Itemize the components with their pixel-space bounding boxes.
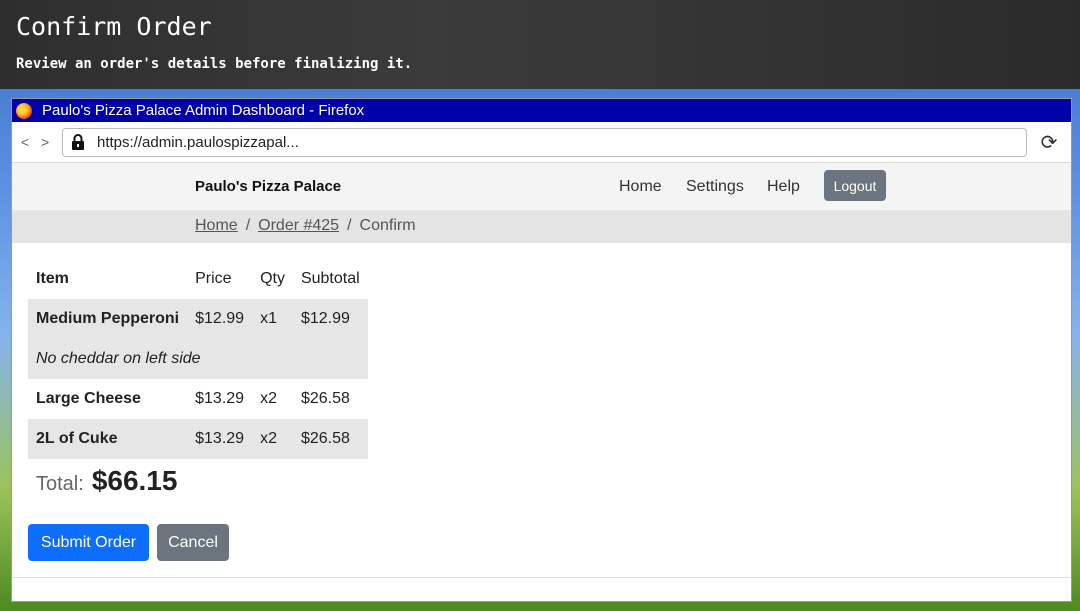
- item-qty: x2: [260, 390, 277, 407]
- table-header-row: Item Price Qty Subtotal: [28, 259, 368, 299]
- site-navbar: Paulo's Pizza Palace Home Settings Help …: [12, 163, 1071, 210]
- item-qty: x1: [252, 299, 293, 339]
- item-price: $13.29: [187, 419, 253, 459]
- breadcrumb-separator: /: [347, 217, 352, 234]
- item-note: No cheddar on left side: [28, 339, 368, 379]
- item-name: Medium Pepperoni: [28, 299, 188, 339]
- item-price: $12.99: [187, 299, 253, 339]
- logout-button[interactable]: Logout: [824, 170, 886, 201]
- nav-link-home[interactable]: Home: [619, 178, 662, 196]
- item-subtotal: $26.58: [300, 390, 350, 407]
- address-bar-row: < > https://admin.paulospizzapal... ⟳: [12, 122, 1071, 163]
- table-row: 2L of Cuke $13.29 x2 $26.58: [28, 419, 368, 459]
- cancel-button[interactable]: Cancel: [157, 524, 229, 561]
- breadcrumb-home[interactable]: Home: [195, 217, 238, 234]
- item-subtotal: $26.58: [292, 419, 368, 459]
- header-item: Item: [36, 270, 69, 287]
- address-bar[interactable]: https://admin.paulospizzapal...: [62, 127, 1027, 157]
- breadcrumb-current: Confirm: [359, 217, 416, 234]
- total-label: Total:: [36, 473, 84, 495]
- table-row: Medium Pepperoni $12.99 x1 $12.99: [28, 299, 368, 339]
- nav-link-help[interactable]: Help: [767, 178, 800, 196]
- table-row: Large Cheese $13.29 x2 $26.58: [28, 379, 368, 419]
- url-text: https://admin.paulospizzapal...: [97, 133, 299, 151]
- header-price: Price: [195, 270, 232, 287]
- order-table: Item Price Qty Subtotal Medium Pepperoni…: [28, 259, 368, 459]
- submit-order-button[interactable]: Submit Order: [28, 524, 149, 561]
- total-value: $66.15: [91, 465, 178, 496]
- site-brand[interactable]: Paulo's Pizza Palace: [195, 178, 341, 195]
- breadcrumb: Home / Order #425 / Confirm: [12, 210, 1071, 243]
- header-qty: Qty: [260, 270, 285, 287]
- header-subtotal: Subtotal: [300, 270, 360, 287]
- instruction-banner: Confirm Order Review an order's details …: [0, 0, 1080, 89]
- item-name: Large Cheese: [36, 390, 141, 407]
- banner-title: Confirm Order: [16, 12, 212, 41]
- item-price: $13.29: [195, 390, 245, 407]
- divider: [12, 577, 1071, 578]
- item-name: 2L of Cuke: [28, 419, 188, 459]
- table-row-note: No cheddar on left side: [28, 339, 368, 379]
- browser-window: Paulo's Pizza Palace Admin Dashboard - F…: [11, 98, 1072, 602]
- order-total: Total: $66.15: [36, 465, 177, 497]
- breadcrumb-order[interactable]: Order #425: [258, 217, 339, 234]
- item-qty: x2: [252, 419, 293, 459]
- item-subtotal: $12.99: [292, 299, 368, 339]
- nav-link-settings[interactable]: Settings: [686, 178, 744, 196]
- window-titlebar: Paulo's Pizza Palace Admin Dashboard - F…: [12, 99, 1071, 122]
- reload-icon[interactable]: ⟳: [1027, 130, 1071, 155]
- firefox-icon: [16, 102, 32, 119]
- window-title: Paulo's Pizza Palace Admin Dashboard - F…: [42, 102, 365, 119]
- banner-subtitle: Review an order's details before finaliz…: [16, 56, 413, 72]
- breadcrumb-separator: /: [245, 217, 251, 234]
- back-forward-buttons[interactable]: < >: [12, 134, 62, 150]
- lock-icon: [71, 134, 91, 150]
